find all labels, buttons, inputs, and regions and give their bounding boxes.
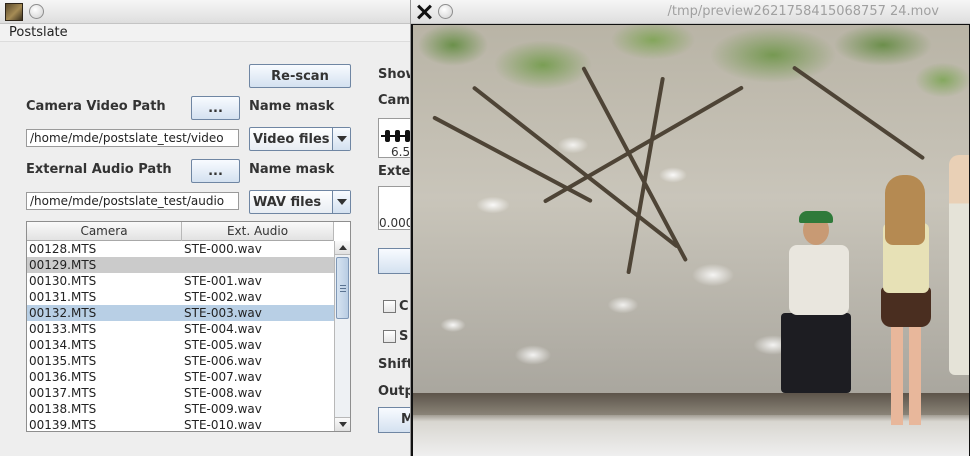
output-label: Outp xyxy=(378,384,414,399)
camera-file-cell: 00135.MTS xyxy=(29,354,97,368)
video-person xyxy=(781,211,853,395)
menubar: Postslate xyxy=(0,24,412,42)
audio-file-cell: STE-007.wav xyxy=(184,370,262,384)
scroll-up-icon[interactable] xyxy=(335,241,350,255)
make-button[interactable]: M xyxy=(378,407,412,433)
file-match-table[interactable]: Camera Ext. Audio 00128.MTS STE-000.wav 00… xyxy=(26,221,351,432)
table-row[interactable]: 00132.MTS STE-003.wav xyxy=(27,305,334,321)
sync-button[interactable] xyxy=(378,248,412,274)
shift-label: Shift xyxy=(378,357,413,372)
postslate-window: Postslate Re-scan Camera Video Path ... … xyxy=(0,0,418,456)
audio-file-cell: STE-006.wav xyxy=(184,354,262,368)
camera-file-cell: 00138.MTS xyxy=(29,402,97,416)
camera-mask-select[interactable]: Video files xyxy=(249,127,351,151)
camera-file-cell: 00136.MTS xyxy=(29,370,97,384)
column-header-ext-audio[interactable]: Ext. Audio xyxy=(182,222,334,241)
audio-file-cell: STE-008.wav xyxy=(184,386,262,400)
table-row[interactable]: 00137.MTS STE-008.wav xyxy=(27,385,334,401)
preview-titlebar[interactable]: /tmp/preview2621758415068757 24.mov xyxy=(411,0,970,24)
camera-audio-label: Cam xyxy=(378,93,410,108)
table-row[interactable]: 00135.MTS STE-006.wav xyxy=(27,353,334,369)
camera-file-cell: 00139.MTS xyxy=(29,418,97,432)
audio-file-cell: STE-010.wav xyxy=(184,418,262,432)
camera-file-cell: 00131.MTS xyxy=(29,290,97,304)
external-offset-value: 0.000 xyxy=(379,216,414,230)
chevron-down-icon[interactable] xyxy=(332,191,350,213)
camera-file-cell: 00133.MTS xyxy=(29,322,97,336)
table-header: Camera Ext. Audio xyxy=(27,222,334,241)
waveform-peak xyxy=(385,130,390,142)
camera-file-cell: 00129.MTS xyxy=(29,258,97,272)
audio-file-cell: STE-002.wav xyxy=(184,290,262,304)
app-icon xyxy=(5,3,23,21)
external-waveform[interactable]: 0.000 xyxy=(378,186,414,230)
scrollbar-thumb[interactable] xyxy=(336,257,349,319)
option-checkbox-1-label: C xyxy=(399,299,409,314)
video-person xyxy=(869,175,939,455)
window-menu-button[interactable] xyxy=(29,4,44,19)
camera-path-label: Camera Video Path xyxy=(26,99,166,114)
camera-file-cell: 00137.MTS xyxy=(29,386,97,400)
audio-mask-select[interactable]: WAV files xyxy=(249,190,351,214)
video-frame[interactable] xyxy=(413,25,969,456)
table-row[interactable]: 00129.MTS xyxy=(27,257,334,273)
rescan-button[interactable]: Re-scan xyxy=(249,64,351,88)
scroll-down-icon[interactable] xyxy=(335,417,350,431)
audio-file-cell: STE-001.wav xyxy=(184,274,262,288)
camera-path-field[interactable]: /home/mde/postslate_test/video xyxy=(26,129,239,147)
audio-mask-value: WAV files xyxy=(253,195,322,210)
table-row[interactable]: 00136.MTS STE-007.wav xyxy=(27,369,334,385)
preview-title: /tmp/preview2621758415068757 24.mov xyxy=(667,4,939,19)
audio-browse-button[interactable]: ... xyxy=(191,159,240,183)
camera-mask-value: Video files xyxy=(253,132,330,147)
table-row[interactable]: 00131.MTS STE-002.wav xyxy=(27,289,334,305)
table-row[interactable]: 00138.MTS STE-009.wav xyxy=(27,401,334,417)
camera-file-cell: 00132.MTS xyxy=(29,306,97,320)
table-row[interactable]: 00134.MTS STE-005.wav xyxy=(27,337,334,353)
audio-file-cell: STE-009.wav xyxy=(184,402,262,416)
table-scrollbar[interactable] xyxy=(334,241,350,431)
option-checkbox-2[interactable] xyxy=(383,330,396,343)
audio-name-mask-label: Name mask xyxy=(249,162,335,177)
audio-path-label: External Audio Path xyxy=(26,162,172,177)
audio-path-field[interactable]: /home/mde/postslate_test/audio xyxy=(26,192,239,210)
chevron-down-icon[interactable] xyxy=(332,128,350,150)
option-checkbox-2-label: S xyxy=(399,329,409,344)
audio-file-cell: STE-000.wav xyxy=(184,242,262,256)
table-row[interactable]: 00133.MTS STE-004.wav xyxy=(27,321,334,337)
camera-waveform[interactable]: 6.5 xyxy=(378,118,415,159)
main-titlebar[interactable] xyxy=(0,0,412,24)
table-row[interactable]: 00128.MTS STE-000.wav xyxy=(27,241,334,257)
option-checkbox-1[interactable] xyxy=(383,300,396,313)
preview-window: /tmp/preview2621758415068757 24.mov xyxy=(410,0,970,456)
menu-postslate[interactable]: Postslate xyxy=(9,25,68,40)
window-menu-button[interactable] xyxy=(438,4,453,19)
external-audio-label: Exte xyxy=(378,164,411,179)
table-row[interactable]: 00130.MTS STE-001.wav xyxy=(27,273,334,289)
waveform-offset-value: 6.5 xyxy=(391,145,411,159)
audio-file-cell: STE-005.wav xyxy=(184,338,262,352)
audio-file-cell: STE-004.wav xyxy=(184,322,262,336)
camera-name-mask-label: Name mask xyxy=(249,99,335,114)
table-row[interactable]: 00139.MTS STE-010.wav xyxy=(27,417,334,432)
audio-file-cell: STE-003.wav xyxy=(184,306,262,320)
camera-browse-button[interactable]: ... xyxy=(191,96,240,120)
camera-file-cell: 00134.MTS xyxy=(29,338,97,352)
video-person xyxy=(949,155,969,375)
camera-file-cell: 00130.MTS xyxy=(29,274,97,288)
close-icon[interactable] xyxy=(415,3,433,21)
waveform-peak xyxy=(395,130,400,142)
camera-file-cell: 00128.MTS xyxy=(29,242,97,256)
column-header-camera[interactable]: Camera xyxy=(27,222,182,241)
